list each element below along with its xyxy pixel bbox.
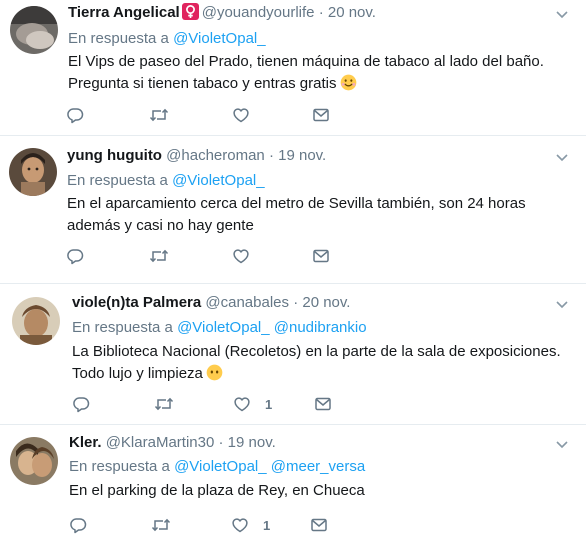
tweet-text: En el aparcamiento cerca del metro de Se…	[67, 193, 572, 237]
username[interactable]: @canabales	[205, 294, 289, 311]
tweet[interactable]: viole(n)ta Palmera @canabales · 20 nov. …	[0, 284, 586, 424]
separator-dot: ·	[268, 147, 274, 164]
face-without-mouth-emoji	[206, 364, 223, 381]
tweet-text: La Biblioteca Nacional (Recoletos) en la…	[72, 341, 572, 385]
tweet-actions	[66, 105, 366, 125]
tweet-header: Kler. @KlaraMartin30 · 19 nov.	[69, 433, 276, 453]
reply-icon	[73, 397, 90, 413]
heart-icon	[234, 397, 250, 412]
reply-icon	[67, 108, 84, 124]
avatar[interactable]	[12, 297, 60, 345]
tweet[interactable]: Tierra Angelical @youandyourlife · 20 nov…	[0, 0, 586, 135]
heart-icon	[232, 518, 248, 533]
direct-message-button[interactable]	[312, 105, 330, 125]
chevron-down-icon[interactable]	[555, 300, 569, 310]
like-button[interactable]	[232, 246, 264, 266]
chevron-down-icon[interactable]	[555, 440, 569, 450]
direct-message-button[interactable]	[314, 394, 332, 414]
reply-icon	[70, 518, 87, 534]
mention-link[interactable]: @meer_versa	[271, 458, 365, 475]
tweet-text-content: En el parking de la plaza de Rey, en Chu…	[69, 482, 365, 499]
reply-button[interactable]	[66, 105, 84, 125]
envelope-icon	[313, 249, 329, 263]
timestamp[interactable]: 19 nov.	[228, 434, 276, 451]
avatar[interactable]	[10, 6, 58, 54]
reply-prefix: En respuesta a	[67, 172, 168, 189]
tweet-text-content: El Vips de paseo del Prado, tienen máqui…	[68, 53, 544, 92]
retweet-button[interactable]	[149, 246, 169, 266]
envelope-icon	[311, 518, 327, 532]
retweet-icon	[151, 518, 171, 532]
avatar[interactable]	[10, 437, 58, 485]
display-name[interactable]: yung huguito	[67, 147, 162, 164]
retweet-icon	[154, 397, 174, 411]
smiling-face-with-hearts-emoji	[340, 74, 356, 91]
reply-context: En respuesta a @VioletOpal_ @meer_versa	[69, 457, 365, 477]
mention-link[interactable]: @VioletOpal_	[173, 30, 266, 47]
separator-dot: ·	[218, 434, 224, 451]
retweet-icon	[149, 108, 169, 122]
like-count: 1	[265, 396, 273, 412]
avatar[interactable]	[9, 148, 57, 196]
reply-icon	[67, 249, 84, 265]
tweet-text-content: La Biblioteca Nacional (Recoletos) en la…	[72, 343, 561, 382]
like-button[interactable]	[232, 105, 264, 125]
timestamp[interactable]: 19 nov.	[278, 147, 326, 164]
username[interactable]: @KlaraMartin30	[106, 434, 215, 451]
mention-link[interactable]: @VioletOpal_	[174, 458, 267, 475]
envelope-icon	[313, 108, 329, 122]
display-name[interactable]: Kler.	[69, 434, 102, 451]
tweet-header: yung huguito @hacheroman · 19 nov.	[67, 146, 326, 166]
timestamp[interactable]: 20 nov.	[328, 4, 376, 21]
like-button[interactable]: 1	[233, 394, 272, 414]
tweet-actions: 1	[72, 394, 372, 414]
tweet-actions: 1	[69, 515, 369, 535]
chevron-down-icon[interactable]	[555, 153, 569, 163]
envelope-icon	[315, 397, 331, 411]
mention-link[interactable]: @nudibrankio	[274, 319, 367, 336]
display-name[interactable]: Tierra Angelical	[68, 4, 180, 21]
reply-button[interactable]	[72, 394, 90, 414]
separator-dot: ·	[318, 4, 324, 21]
retweet-button[interactable]	[149, 105, 169, 125]
retweet-icon	[149, 249, 169, 263]
like-button[interactable]: 1	[231, 515, 270, 535]
reply-context: En respuesta a @VioletOpal_	[67, 171, 265, 191]
reply-context: En respuesta a @VioletOpal_	[68, 29, 266, 49]
direct-message-button[interactable]	[312, 246, 330, 266]
display-name[interactable]: viole(n)ta Palmera	[72, 294, 201, 311]
tweet-text: El Vips de paseo del Prado, tienen máqui…	[68, 51, 573, 95]
reply-context: En respuesta a @VioletOpal_ @nudibrankio	[72, 318, 367, 338]
timestamp[interactable]: 20 nov.	[302, 294, 350, 311]
heart-icon	[233, 249, 249, 264]
direct-message-button[interactable]	[310, 515, 328, 535]
separator-dot: ·	[293, 294, 299, 311]
retweet-button[interactable]	[154, 394, 174, 414]
reply-prefix: En respuesta a	[69, 458, 170, 475]
tweet-feed: Tierra Angelical @youandyourlife · 20 nov…	[0, 0, 586, 547]
mention-link[interactable]: @VioletOpal_	[177, 319, 270, 336]
tweet[interactable]: yung huguito @hacheroman · 19 nov. En re…	[0, 136, 586, 283]
tweet-actions	[66, 246, 366, 266]
tweet-text: En el parking de la plaza de Rey, en Chu…	[69, 480, 574, 502]
retweet-button[interactable]	[151, 515, 171, 535]
mention-link[interactable]: @VioletOpal_	[172, 172, 265, 189]
reply-button[interactable]	[66, 246, 84, 266]
like-count: 1	[263, 517, 271, 533]
tweet-header: viole(n)ta Palmera @canabales · 20 nov.	[72, 293, 350, 313]
tweet[interactable]: Kler. @KlaraMartin30 · 19 nov. En respue…	[0, 425, 586, 547]
tweet-text-content: En el aparcamiento cerca del metro de Se…	[67, 195, 526, 234]
reply-button[interactable]	[69, 515, 87, 535]
tweet-header: Tierra Angelical @youandyourlife · 20 nov…	[68, 3, 376, 23]
heart-icon	[233, 108, 249, 123]
username[interactable]: @youandyourlife	[202, 4, 315, 21]
reply-prefix: En respuesta a	[68, 30, 169, 47]
username[interactable]: @hacheroman	[166, 147, 265, 164]
female-sign-icon	[181, 3, 199, 20]
reply-prefix: En respuesta a	[72, 319, 173, 336]
chevron-down-icon[interactable]	[555, 10, 569, 20]
